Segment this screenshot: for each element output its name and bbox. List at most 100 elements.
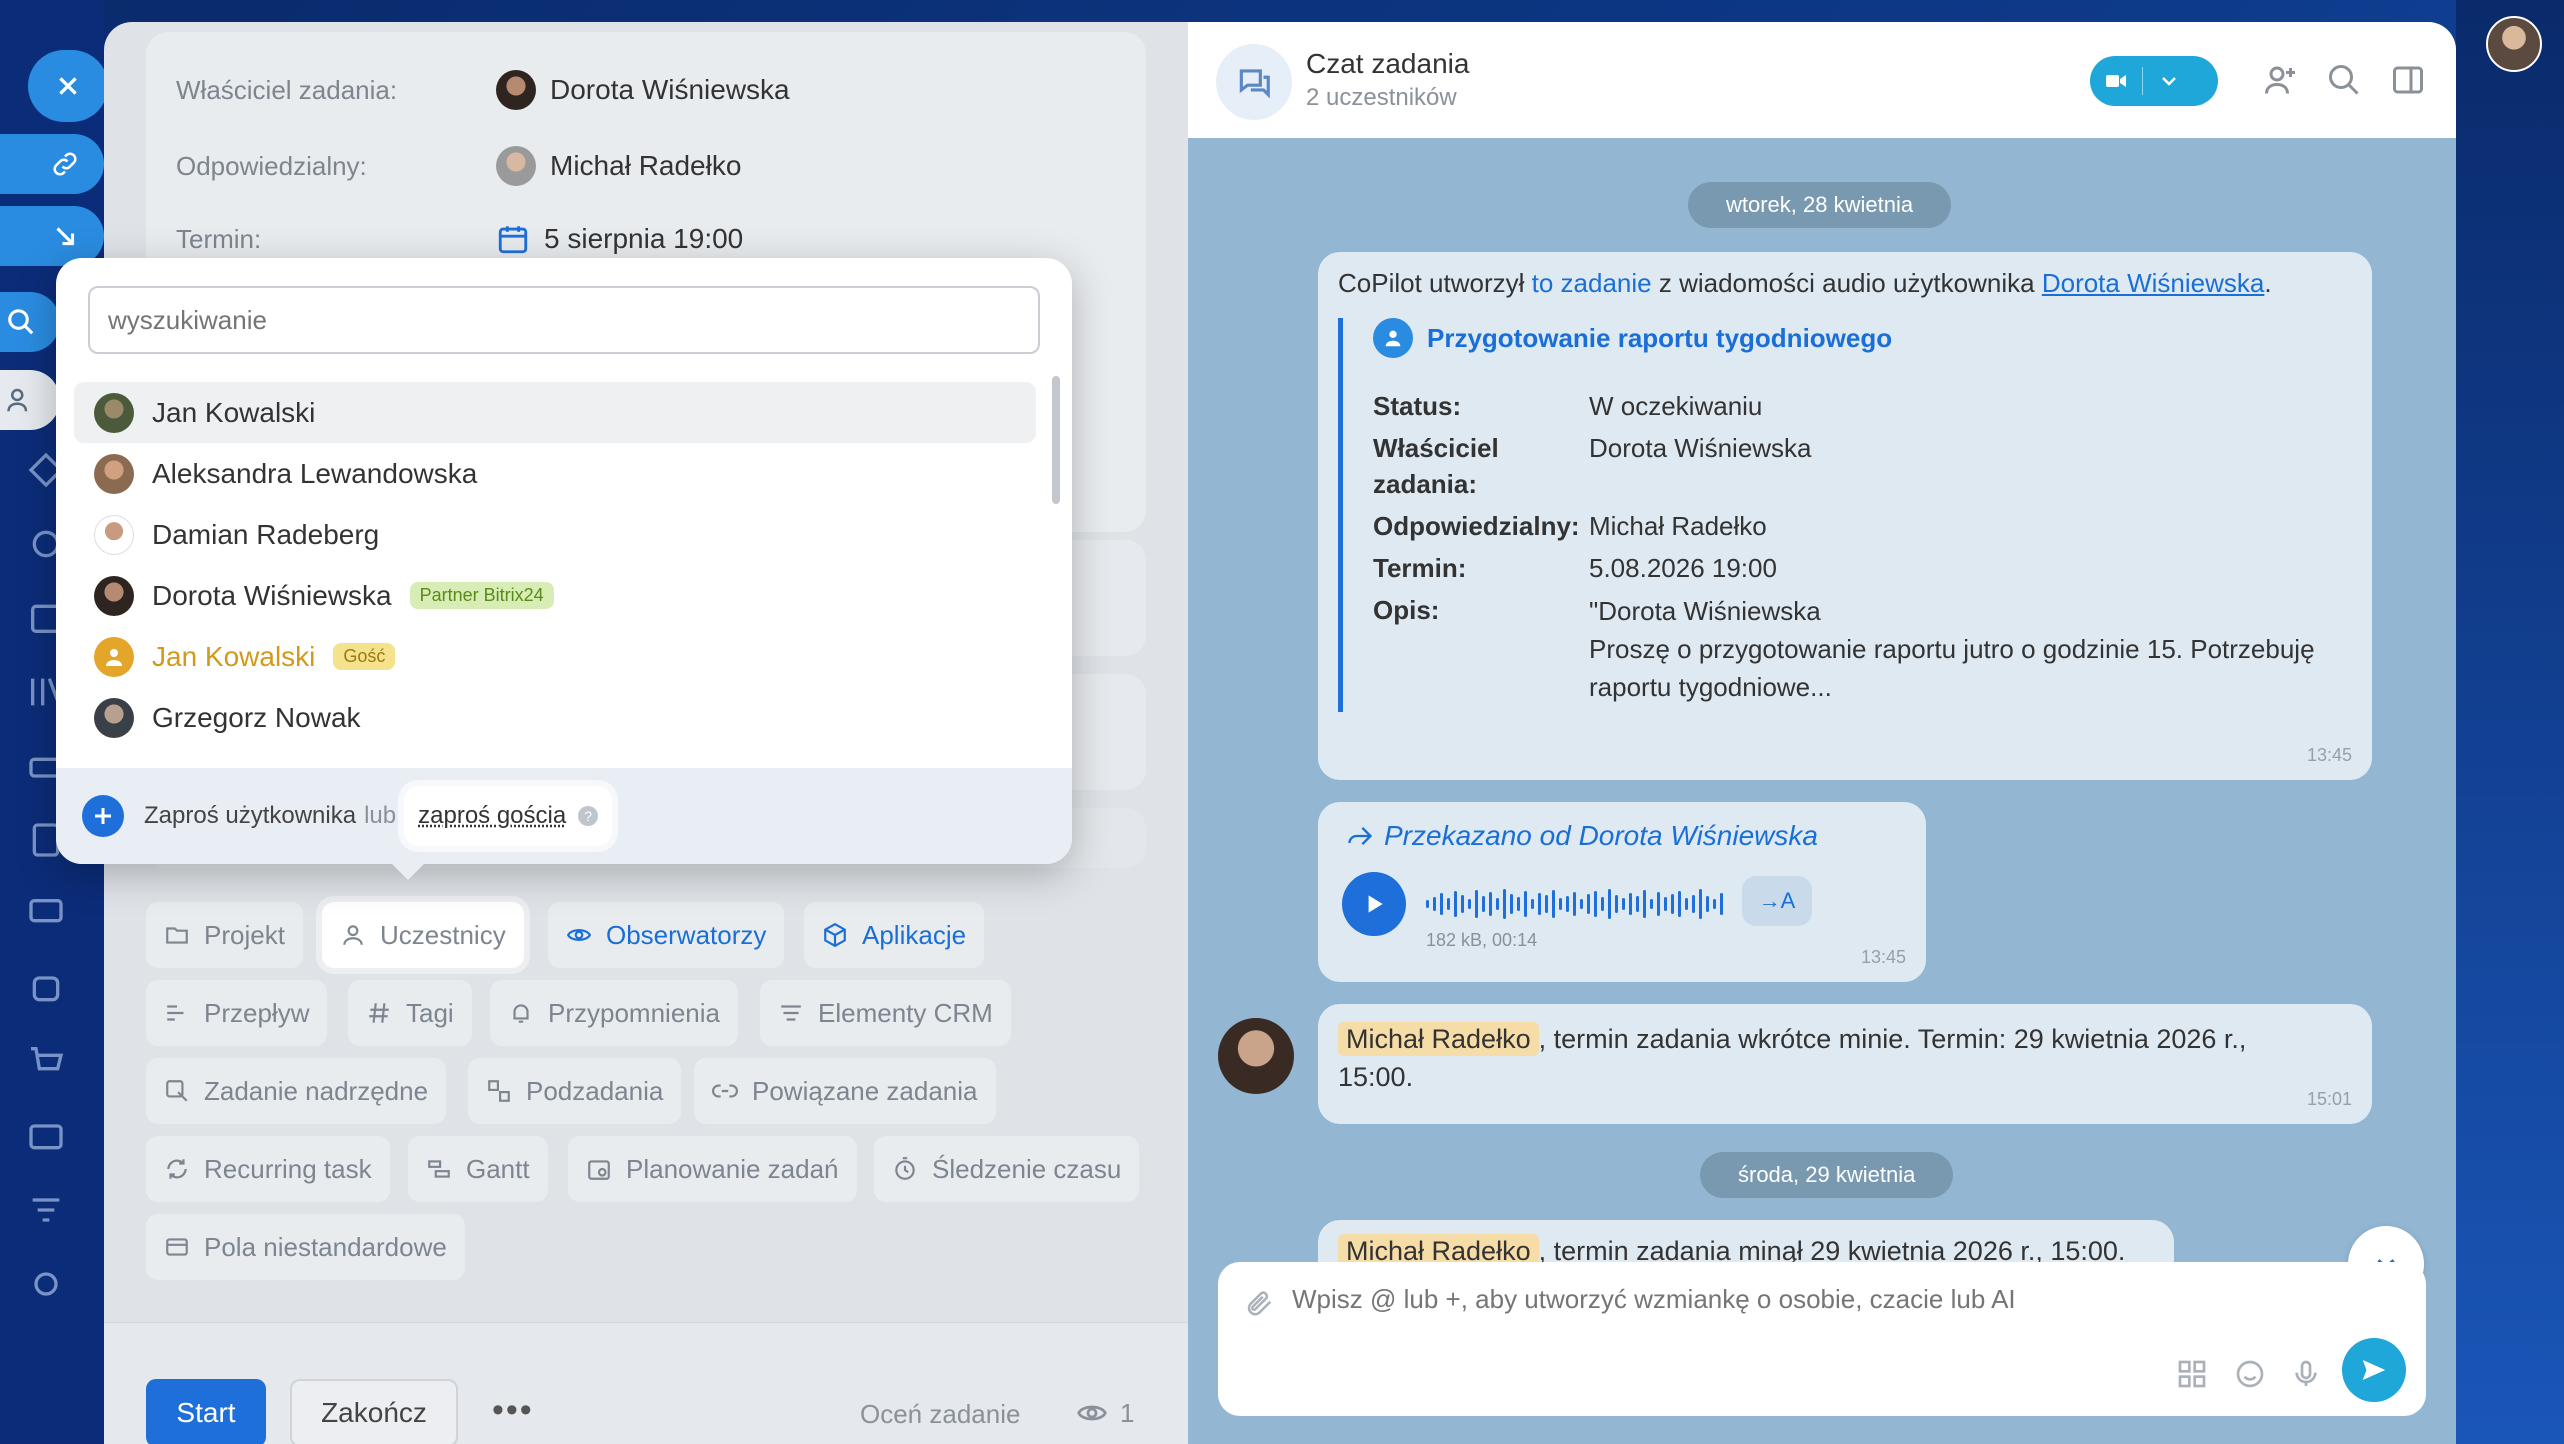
send-button[interactable] (2342, 1338, 2406, 1402)
chip-time-tracking[interactable]: Śledzenie czasu (874, 1136, 1140, 1202)
message-time: 15:01 (2306, 1089, 2352, 1109)
chip-apps[interactable]: Aplikacje (804, 902, 985, 968)
add-user-button[interactable] (2262, 62, 2298, 98)
chip-crm[interactable]: Elementy CRM (760, 980, 1011, 1046)
chip-reminders[interactable]: Przypomnienia (490, 980, 738, 1046)
chip-flow[interactable]: Przepływ (146, 980, 328, 1046)
filter-icon[interactable] (26, 1190, 66, 1230)
chip-label: Tagi (406, 997, 454, 1028)
emoji-icon[interactable] (2234, 1358, 2266, 1390)
views-count: 1 (1120, 1397, 1135, 1428)
date-separator: środa, 29 kwietnia (1700, 1152, 1954, 1198)
message-composer (1218, 1262, 2426, 1416)
chip-recurring-task[interactable]: Recurring task (146, 1136, 390, 1202)
chip-subtasks[interactable]: Podzadania (468, 1058, 682, 1124)
link-icon (53, 152, 77, 176)
partner-badge: Partner Bitrix24 (409, 582, 554, 609)
person-name: Damian Radeberg (152, 518, 380, 550)
settings-icon[interactable] (26, 1264, 66, 1304)
forwarded-label[interactable]: Przekazano od Dorota Wiśniewska (1346, 820, 1818, 852)
invite-user-link[interactable]: Zaproś użytkownika (144, 802, 356, 830)
chip-participants[interactable]: Uczestnicy (322, 902, 524, 968)
mention[interactable]: Michał Radełko (1338, 1022, 1539, 1056)
monitor-icon[interactable] (26, 894, 66, 934)
person-name: Dorota Wiśniewska (152, 579, 392, 611)
list-item[interactable]: Damian Radeberg (74, 504, 1036, 565)
finish-button[interactable]: Zakończ (290, 1379, 458, 1444)
current-user-avatar[interactable] (2486, 16, 2542, 72)
panel-toggle-button[interactable] (2390, 62, 2426, 98)
message-time: 13:45 (2306, 745, 2352, 765)
stopwatch-icon (895, 1157, 915, 1180)
video-call-button[interactable] (2090, 56, 2218, 106)
chip-gantt[interactable]: Gantt (408, 1136, 548, 1202)
minimize-tab[interactable] (0, 206, 104, 266)
people-tab[interactable] (0, 370, 60, 430)
message-input[interactable] (1292, 1284, 2292, 1315)
search-tab[interactable] (0, 292, 60, 352)
guest-badge: Gość (333, 643, 396, 670)
link-icon (712, 1084, 738, 1098)
participants-count[interactable]: 2 uczestników (1306, 84, 1457, 112)
help-icon[interactable]: ? (578, 806, 599, 826)
list-item[interactable]: Aleksandra Lewandowska (74, 443, 1036, 504)
guest-avatar (94, 636, 134, 677)
paperclip-icon[interactable] (1244, 1288, 1274, 1318)
chip-observers[interactable]: Obserwatorzy (548, 902, 785, 968)
task-link[interactable]: to zadanie (1532, 268, 1652, 298)
link-tab[interactable] (0, 134, 104, 194)
chip-task-planning[interactable]: Planowanie zadań (568, 1136, 857, 1202)
list-item[interactable]: Jan Kowalski (74, 382, 1036, 443)
chip-related-tasks[interactable]: Powiązane zadania (694, 1058, 996, 1124)
chip-project[interactable]: Projekt (146, 902, 303, 968)
avatar (496, 70, 536, 110)
chip-tags[interactable]: Tagi (348, 980, 472, 1046)
search-input[interactable] (88, 286, 1040, 354)
mail-icon[interactable] (26, 1116, 66, 1156)
list-item[interactable]: Grzegorz Nowak (74, 687, 1036, 748)
views-counter[interactable]: 1 (1076, 1397, 1134, 1429)
play-button[interactable] (1342, 872, 1406, 936)
invite-guest-link[interactable]: zaproś gościa ? (404, 786, 613, 846)
chip-custom-fields[interactable]: Pola niestandardowe (146, 1214, 465, 1280)
folder-icon (166, 927, 188, 944)
crm-icon (781, 1005, 801, 1021)
parent-task-icon (166, 1080, 188, 1102)
list-item[interactable]: Dorota Wiśniewska Partner Bitrix24 (74, 565, 1036, 626)
cart-icon[interactable] (26, 1042, 66, 1082)
scrollbar[interactable] (1052, 376, 1060, 504)
or-text: lub (364, 802, 397, 829)
transcribe-button[interactable]: →A (1742, 876, 1812, 926)
planner-icon (588, 1160, 610, 1180)
microphone-icon[interactable] (2290, 1358, 2322, 1390)
avatar (94, 575, 134, 616)
rate-task-link[interactable]: Oceń zadanie (860, 1399, 1020, 1430)
audio-waveform[interactable] (1426, 888, 1723, 920)
deadline-label: Termin: (176, 223, 262, 254)
chat-search-button[interactable] (2326, 62, 2362, 98)
chip-label: Recurring task (204, 1153, 372, 1184)
minimize-icon (56, 227, 75, 246)
deadline-value[interactable]: 5 sierpnia 19:00 (544, 223, 743, 255)
chip-parent-task[interactable]: Zadanie nadrzędne (146, 1058, 447, 1124)
list-item[interactable]: Jan Kowalski Gość (74, 626, 1036, 687)
invite-footer: Zaproś użytkownika lub zaproś gościa ? (56, 768, 1072, 864)
message-time: 13:45 (1860, 947, 1906, 967)
owner-name[interactable]: Dorota Wiśniewska (550, 74, 790, 106)
avatar (94, 514, 134, 555)
add-button[interactable] (82, 795, 124, 837)
close-button[interactable] (28, 50, 108, 122)
responsible-name[interactable]: Michał Radełko (550, 150, 741, 182)
task-card-title[interactable]: Przygotowanie raportu tygodniowego (1373, 318, 2338, 358)
avatar (94, 392, 134, 433)
apps-grid-icon[interactable] (2176, 1358, 2208, 1390)
user-link[interactable]: Dorota Wiśniewska (2042, 268, 2265, 298)
message-text: Michał Radełko, termin zadania wkrótce m… (1338, 1022, 2247, 1092)
sender-avatar[interactable] (1218, 1018, 1294, 1094)
robot-icon[interactable] (26, 968, 66, 1008)
more-button[interactable]: ••• (492, 1391, 534, 1430)
flow-icon (167, 1005, 184, 1021)
bell-icon (513, 1004, 529, 1023)
chat-avatar (1216, 44, 1292, 120)
start-button[interactable]: Start (146, 1379, 266, 1444)
